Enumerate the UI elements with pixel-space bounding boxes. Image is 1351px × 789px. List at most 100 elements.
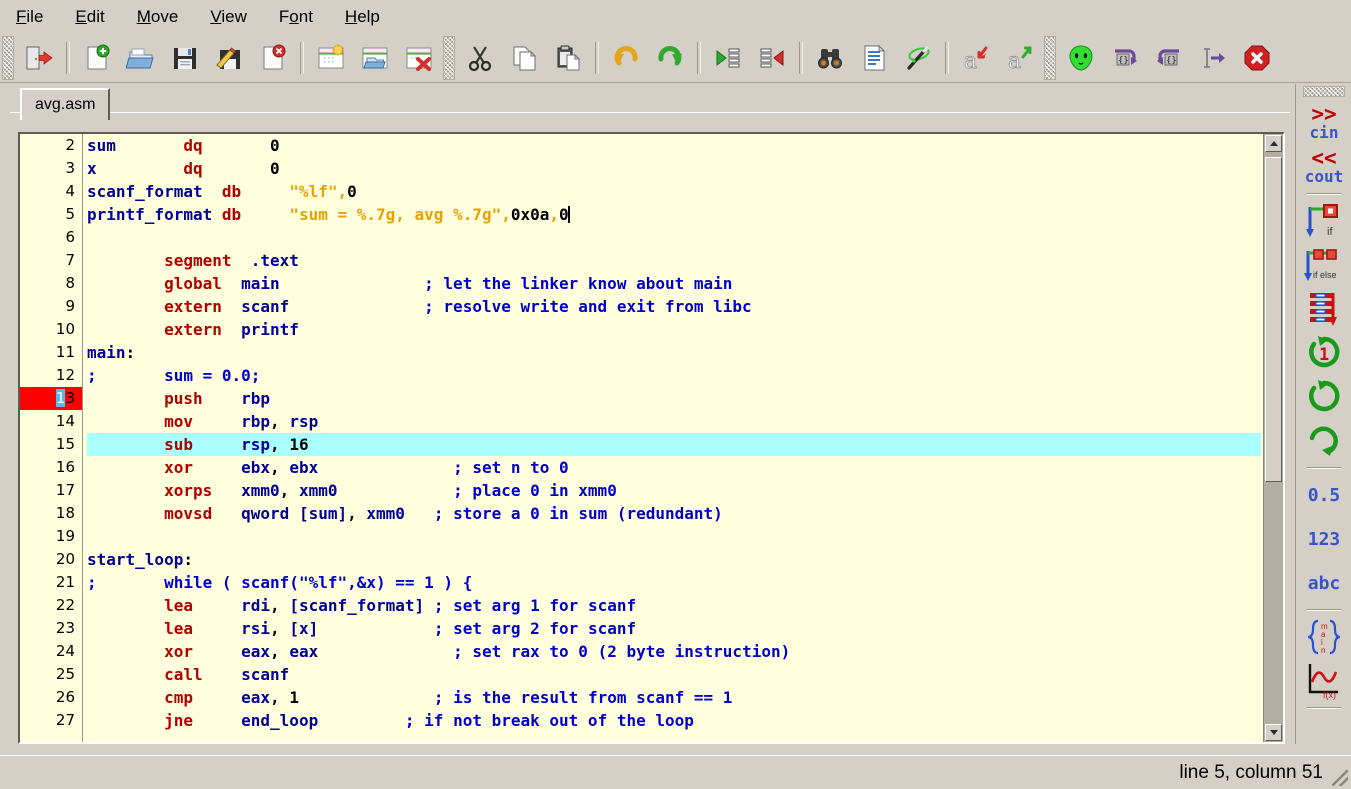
document-lines-icon[interactable] <box>853 37 895 79</box>
menu-item-edit[interactable]: Edit <box>61 4 118 30</box>
gutter-line-number[interactable]: 26 <box>20 686 82 709</box>
gutter-line-number[interactable]: 11 <box>20 341 82 364</box>
gutter-line-number[interactable]: 19 <box>20 525 82 548</box>
code-line[interactable]: push rbp <box>87 387 1261 410</box>
find-binoculars-icon[interactable] <box>809 37 851 79</box>
editor-vertical-scrollbar[interactable] <box>1263 134 1283 742</box>
gutter-line-number[interactable]: 17 <box>20 479 82 502</box>
code-line[interactable]: lea rsi, [x] ; set arg 2 for scanf <box>87 617 1261 640</box>
magic-wand-icon[interactable] <box>897 37 939 79</box>
gutter-line-number[interactable]: 10 <box>20 318 82 341</box>
gutter-line-number[interactable]: 9 <box>20 295 82 318</box>
gutter-line-number[interactable]: 7 <box>20 249 82 272</box>
code-line[interactable]: ; sum = 0.0; <box>87 364 1261 387</box>
code-line[interactable]: extern printf <box>87 318 1261 341</box>
sidebar-item-int[interactable]: 123 <box>1296 517 1351 561</box>
resize-grip[interactable] <box>1332 770 1348 786</box>
gutter-line-number[interactable]: 27 <box>20 709 82 732</box>
open-file-icon[interactable] <box>120 37 162 79</box>
scroll-up-button[interactable] <box>1265 135 1282 152</box>
code-text-area[interactable]: sum dq 0x dq 0 scanf_format db "%lf",0 pri… <box>87 134 1261 742</box>
gutter-line-number[interactable]: 2 <box>20 134 82 157</box>
sidebar-item-switch[interactable] <box>1296 287 1351 331</box>
sidebar-item-cout[interactable]: << cout <box>1296 145 1351 189</box>
undo-icon[interactable] <box>605 37 647 79</box>
gutter-line-number[interactable]: 14 <box>20 410 82 433</box>
sidebar-grip[interactable] <box>1302 86 1345 97</box>
toolbar-grip[interactable] <box>2 35 14 80</box>
sidebar-item-if-else[interactable]: if else <box>1296 243 1351 287</box>
sidebar-item-while[interactable] <box>1296 375 1351 419</box>
code-line[interactable]: global main ; let the linker know about … <box>87 272 1261 295</box>
sidebar-item-for[interactable] <box>1296 419 1351 463</box>
code-line[interactable]: x dq 0 <box>87 157 1261 180</box>
gutter-line-number[interactable]: 12 <box>20 364 82 387</box>
menu-item-help[interactable]: Help <box>331 4 394 30</box>
gutter-line-number[interactable]: 5 <box>20 203 82 226</box>
new-window-icon[interactable] <box>310 37 352 79</box>
gutter-line-number[interactable]: 25 <box>20 663 82 686</box>
code-line[interactable] <box>87 525 1261 548</box>
save-file-icon[interactable] <box>164 37 206 79</box>
gutter-line-number[interactable]: 23 <box>20 617 82 640</box>
sidebar-item-string[interactable]: abc <box>1296 561 1351 605</box>
stop-icon[interactable] <box>1236 37 1278 79</box>
copy-icon[interactable] <box>503 37 545 79</box>
code-editor[interactable]: 2 3 4 5 6 7 8 9 10 11 12 13 14 15 16 17 18 19 20 21 22 23 24 25… <box>18 132 1285 744</box>
code-line[interactable]: movsd qword [sum], xmm0 ; store a 0 in s… <box>87 502 1261 525</box>
alien-icon[interactable] <box>1060 37 1102 79</box>
gutter-line-number[interactable]: 15 <box>20 433 82 456</box>
sidebar-item-cin[interactable]: >> cin <box>1296 101 1351 145</box>
gutter-line-number[interactable]: 24 <box>20 640 82 663</box>
code-line[interactable]: sum dq 0 <box>87 134 1261 157</box>
outdent-icon[interactable] <box>751 37 793 79</box>
code-line[interactable]: printf_format db "sum = %.7g, avg %.7g",… <box>87 203 1261 226</box>
scroll-down-button[interactable] <box>1265 724 1282 741</box>
code-line[interactable]: scanf_format db "%lf",0 <box>87 180 1261 203</box>
close-window-icon[interactable] <box>398 37 440 79</box>
toolbar-grip[interactable] <box>1044 35 1056 80</box>
code-line[interactable]: extern scanf ; resolve write and exit fr… <box>87 295 1261 318</box>
sidebar-item-main[interactable]: m a i n <box>1296 615 1351 659</box>
code-line[interactable] <box>87 226 1261 249</box>
toolbar-grip[interactable] <box>443 35 455 80</box>
exit-door-icon[interactable] <box>18 37 60 79</box>
code-line[interactable]: main: <box>87 341 1261 364</box>
font-decrease-icon[interactable]: a <box>955 37 997 79</box>
menu-item-font[interactable]: Font <box>265 4 327 30</box>
gutter-line-number[interactable]: 4 <box>20 180 82 203</box>
gutter-line-number[interactable]: 18 <box>20 502 82 525</box>
code-line[interactable]: lea rdi, [scanf_format] ; set arg 1 for … <box>87 594 1261 617</box>
redo-icon[interactable] <box>649 37 691 79</box>
paste-icon[interactable] <box>547 37 589 79</box>
code-line[interactable]: sub rsp, 16 <box>87 433 1261 456</box>
font-increase-icon[interactable]: a <box>999 37 1041 79</box>
line-number-gutter[interactable]: 2 3 4 5 6 7 8 9 10 11 12 13 14 15 16 17 18 19 20 21 22 23 24 25… <box>20 134 82 742</box>
open-window-icon[interactable] <box>354 37 396 79</box>
menu-item-view[interactable]: View <box>196 4 261 30</box>
menu-item-move[interactable]: Move <box>123 4 193 30</box>
gutter-line-number[interactable]: 8 <box>20 272 82 295</box>
brace-back-icon[interactable]: {} <box>1148 37 1190 79</box>
gutter-breakpoint[interactable]: 13 <box>20 387 82 410</box>
code-line[interactable]: start_loop: <box>87 548 1261 571</box>
code-line[interactable]: xorps xmm0, xmm0 ; place 0 in xmm0 <box>87 479 1261 502</box>
close-file-icon[interactable] <box>252 37 294 79</box>
scrollbar-thumb[interactable] <box>1265 157 1282 482</box>
gutter-line-number[interactable]: 21 <box>20 571 82 594</box>
indent-icon[interactable] <box>707 37 749 79</box>
goto-line-icon[interactable] <box>1192 37 1234 79</box>
gutter-line-number[interactable]: 22 <box>20 594 82 617</box>
gutter-line-number[interactable]: 6 <box>20 226 82 249</box>
code-line[interactable]: mov rbp, rsp <box>87 410 1261 433</box>
gutter-line-number[interactable]: 16 <box>20 456 82 479</box>
sidebar-item-float[interactable]: 0.5 <box>1296 473 1351 517</box>
gutter-line-number[interactable]: 3 <box>20 157 82 180</box>
sidebar-item-function[interactable]: f(x) <box>1296 659 1351 703</box>
gutter-line-number[interactable]: 20 <box>20 548 82 571</box>
tab-avg-asm[interactable]: avg.asm <box>20 88 111 120</box>
menu-item-file[interactable]: File <box>2 4 57 30</box>
save-as-icon[interactable] <box>208 37 250 79</box>
cut-icon[interactable] <box>459 37 501 79</box>
code-line[interactable]: jne end_loop ; if not break out of the l… <box>87 709 1261 732</box>
